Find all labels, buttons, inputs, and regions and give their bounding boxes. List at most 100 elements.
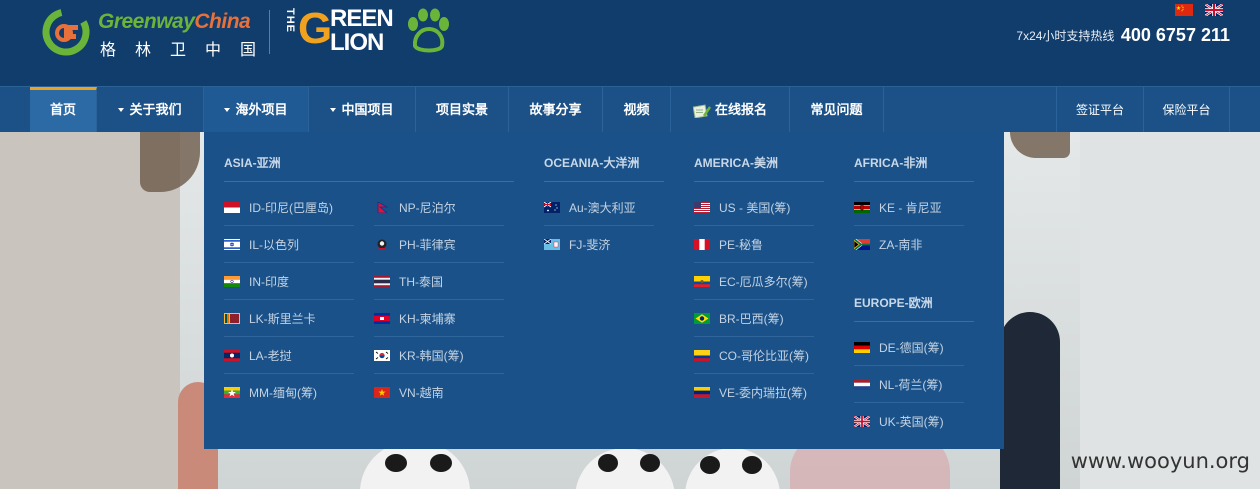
support-hotline: 7x24小时支持热线 400 6757 211 xyxy=(1016,25,1230,46)
country-link-mm[interactable]: MM-缅甸(筹) xyxy=(224,374,354,411)
logo-divider xyxy=(269,10,270,54)
country-label: TH-泰国 xyxy=(399,274,443,289)
vietnam-flag-icon xyxy=(374,387,390,398)
myanmar-flag-icon xyxy=(224,387,240,398)
greenway-china-logo[interactable]: GreenwayChina 格林卫中国 xyxy=(40,6,270,59)
nav-signup-label: 在线报名 xyxy=(714,102,767,117)
country-link-ph[interactable]: PH-菲律宾 xyxy=(374,226,504,263)
country-label: US - 美国(筹) xyxy=(719,200,791,215)
country-link-ve[interactable]: VE-委内瑞拉(筹) xyxy=(694,374,814,411)
nav-home[interactable]: 首页 xyxy=(30,87,97,133)
country-link-au[interactable]: Au-澳大利亚 xyxy=(544,189,654,226)
country-link-us[interactable]: US - 美国(筹) xyxy=(694,189,814,226)
country-link-kr[interactable]: KR-韩国(筹) xyxy=(374,337,504,374)
country-link-np[interactable]: NP-尼泊尔 xyxy=(374,189,504,226)
country-link-fj[interactable]: FJ-斐济 xyxy=(544,226,654,263)
oceania-title: OCEANIA-大洋洲 xyxy=(544,154,664,182)
country-label: KE - 肯尼亚 xyxy=(879,200,942,215)
hotline-label: 7x24小时支持热线 xyxy=(1016,29,1115,43)
india-flag-icon xyxy=(224,275,240,287)
country-link-nl[interactable]: NL-荷兰(筹) xyxy=(854,366,964,403)
country-link-il[interactable]: IL-以色列 xyxy=(224,226,354,263)
country-link-lk[interactable]: LK-斯里兰卡 xyxy=(224,300,354,337)
nav-stories-label: 故事分享 xyxy=(529,102,582,117)
brand-orange-text: China xyxy=(194,10,251,33)
country-link-de[interactable]: DE-德国(筹) xyxy=(854,329,964,366)
ecuador-flag-icon xyxy=(694,275,710,287)
logo-the-text: THE xyxy=(284,8,296,33)
nav-about-label: 关于我们 xyxy=(129,102,182,117)
philippines-emblem-icon xyxy=(374,238,390,250)
america-title: AMERICA-美洲 xyxy=(694,154,824,182)
nav-faq[interactable]: 常见问题 xyxy=(790,87,884,133)
nav-china-label: 中国项目 xyxy=(341,102,394,117)
germany-flag-icon xyxy=(854,341,870,353)
country-label: ZA-南非 xyxy=(879,238,923,252)
nav-video[interactable]: 视频 xyxy=(603,87,671,133)
nav-insurance-platform[interactable]: 保险平台 xyxy=(1143,87,1230,133)
peru-flag-icon xyxy=(694,238,710,250)
china-flag-icon[interactable] xyxy=(1175,4,1193,16)
nav-overseas-label: 海外项目 xyxy=(235,102,288,117)
country-link-ke[interactable]: KE - 肯尼亚 xyxy=(854,189,964,226)
the-green-lion-logo[interactable]: THE G REEN LION xyxy=(284,6,456,56)
country-link-pe[interactable]: PE-秘鲁 xyxy=(694,226,814,263)
photo-panda-eye xyxy=(385,454,407,472)
nav-insurance-label: 保险平台 xyxy=(1162,103,1211,117)
country-label: KH-柬埔寨 xyxy=(399,311,456,326)
country-link-in[interactable]: IN-印度 xyxy=(224,263,354,300)
photo-panda-eye xyxy=(430,454,452,472)
main-nav: 首页 关于我们 海外项目 中国项目 项目实景 故事分享 视频 在线报名 常见问题… xyxy=(0,86,1260,133)
uk-flag-icon[interactable] xyxy=(1205,4,1223,16)
netherlands-flag-icon xyxy=(854,378,870,390)
country-label: FJ-斐济 xyxy=(569,238,611,252)
country-link-id[interactable]: ID-印尼(巴厘岛) xyxy=(224,189,354,226)
greenway-g-logo-icon xyxy=(42,8,90,56)
nav-project-real-label: 项目实景 xyxy=(435,102,488,117)
nepal-flag-icon xyxy=(377,201,389,213)
usa-flag-icon xyxy=(694,201,710,213)
nav-signup[interactable]: 在线报名 xyxy=(671,87,790,133)
nav-overseas[interactable]: 海外项目 xyxy=(204,87,309,133)
country-label: VN-越南 xyxy=(399,386,444,400)
photo-person-right xyxy=(1000,312,1060,489)
paw-icon xyxy=(408,8,449,53)
hotline-number[interactable]: 400 6757 211 xyxy=(1121,25,1230,45)
country-link-za[interactable]: ZA-南非 xyxy=(854,226,964,263)
country-label: IL-以色列 xyxy=(249,237,300,252)
country-link-vn[interactable]: VN-越南 xyxy=(374,374,504,411)
brand-green-text: Greenway xyxy=(98,10,195,33)
country-link-br[interactable]: BR-巴西(筹) xyxy=(694,300,814,337)
country-label: BR-巴西(筹) xyxy=(719,311,784,326)
fiji-flag-icon xyxy=(544,239,560,250)
australia-flag-icon xyxy=(544,201,560,213)
cambodia-flag-icon xyxy=(374,312,390,324)
israel-flag-icon xyxy=(224,238,240,250)
overseas-dropdown-menu: ASIA-亚洲 OCEANIA-大洋洲 AMERICA-美洲 AFRICA-非洲… xyxy=(204,132,1004,449)
country-link-co[interactable]: CO-哥伦比亚(筹) xyxy=(694,337,814,374)
country-label: KR-韩国(筹) xyxy=(399,348,464,363)
language-switcher xyxy=(1175,4,1223,16)
south-korea-flag-icon xyxy=(374,349,390,361)
country-label: Au-澳大利亚 xyxy=(569,200,636,215)
nav-stories[interactable]: 故事分享 xyxy=(509,87,603,133)
photo-bird-decor-right xyxy=(1010,132,1070,158)
sri-lanka-flag-icon xyxy=(224,312,240,324)
country-label: MM-缅甸(筹) xyxy=(249,386,317,400)
uk-flag-icon xyxy=(854,416,870,427)
indonesia-flag-icon xyxy=(224,201,240,213)
asia-title: ASIA-亚洲 xyxy=(224,154,514,182)
country-link-uk[interactable]: UK-英国(筹) xyxy=(854,403,964,440)
europe-title: EUROPE-欧洲 xyxy=(854,294,974,322)
country-label: ID-印尼(巴厘岛) xyxy=(249,200,333,215)
nav-china[interactable]: 中国项目 xyxy=(309,87,416,133)
nav-about[interactable]: 关于我们 xyxy=(97,87,204,133)
country-link-th[interactable]: TH-泰国 xyxy=(374,263,504,300)
country-link-ec[interactable]: EC-厄瓜多尔(筹) xyxy=(694,263,814,300)
country-link-kh[interactable]: KH-柬埔寨 xyxy=(374,300,504,337)
nav-visa-platform[interactable]: 签证平台 xyxy=(1056,87,1143,133)
site-header: GreenwayChina 格林卫中国 THE G REEN LION 7x24… xyxy=(0,0,1260,86)
nav-project-real[interactable]: 项目实景 xyxy=(416,87,509,133)
country-label: UK-英国(筹) xyxy=(879,415,944,429)
country-link-la[interactable]: LA-老挝 xyxy=(224,337,354,374)
